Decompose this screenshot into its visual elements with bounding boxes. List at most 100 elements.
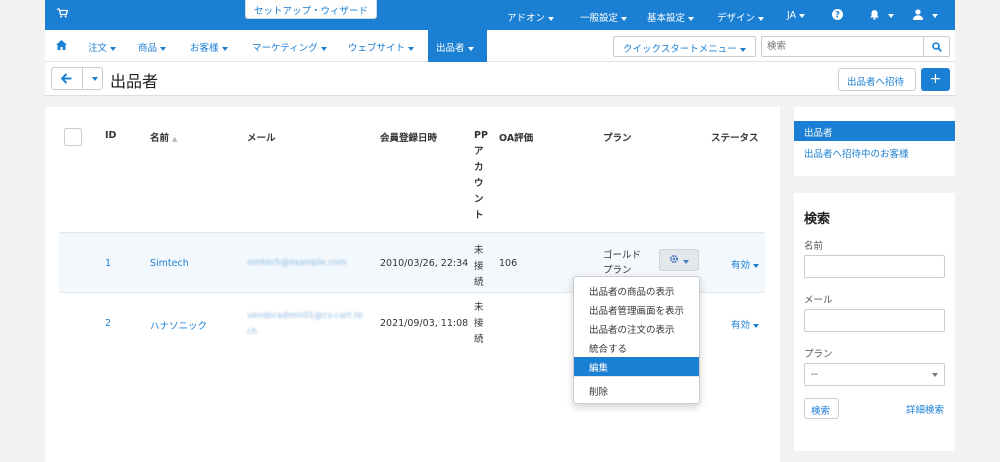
chevron-down-icon[interactable] xyxy=(932,14,938,18)
pp-char: 未 xyxy=(474,245,484,256)
plan-label: プラン xyxy=(804,349,833,360)
search-submit-button[interactable]: 検索 xyxy=(804,398,839,419)
sidebar-nav: 出品者 出品者へ招待中のお客様 xyxy=(794,107,955,176)
menu-item-merge[interactable]: 統合する xyxy=(574,338,699,357)
pp-char: ン xyxy=(474,194,484,205)
divider xyxy=(82,68,83,89)
chevron-down-icon[interactable] xyxy=(92,77,98,81)
col-header-id[interactable]: ID xyxy=(105,130,116,141)
plan-select[interactable]: -- xyxy=(804,363,945,386)
nav-customers[interactable]: お客様 xyxy=(190,40,228,54)
pp-char: 続 xyxy=(474,334,484,345)
registered-date: 2010/03/26, 22:34 xyxy=(380,258,469,269)
search-panel: 検索 名前 メール プラン -- 検索 詳細検索 xyxy=(794,193,955,451)
col-header-name[interactable]: 名前 ▲ xyxy=(150,130,177,144)
email-line: vendoradmin01@cs-cart.te xyxy=(247,311,363,321)
plan-name: ゴールド プラン xyxy=(603,248,641,278)
col-header-status: ステータス xyxy=(711,133,759,144)
invite-vendor-button[interactable]: 出品者へ招待 xyxy=(838,68,916,91)
col-header-registered[interactable]: 会員登録日時 xyxy=(380,130,437,144)
plus-icon: + xyxy=(929,71,942,87)
search-icon xyxy=(932,42,942,55)
quickstart-menu-button[interactable]: クイックスタートメニュー xyxy=(613,36,756,57)
quickstart-label: クイックスタートメニュー xyxy=(623,44,737,55)
menu-general-settings-label: 一般設定 xyxy=(580,13,619,24)
chevron-down-icon xyxy=(221,46,228,51)
name-field[interactable] xyxy=(804,255,945,278)
bell-icon[interactable] xyxy=(869,9,880,23)
vendor-email[interactable]: vendoradmin01@cs-cart.te ch xyxy=(247,308,363,340)
email-field[interactable] xyxy=(804,309,945,332)
search-panel-title: 検索 xyxy=(804,212,831,227)
nav-products-label: 商品 xyxy=(138,43,158,54)
menu-divider xyxy=(574,376,699,377)
col-header-email[interactable]: メール xyxy=(247,130,276,144)
row-actions-button[interactable] xyxy=(659,249,699,271)
nav-customers-label: お客様 xyxy=(190,43,219,54)
nav-website[interactable]: ウェブサイト xyxy=(348,40,415,54)
menu-item-view-products[interactable]: 出品者の商品の表示 xyxy=(574,281,699,300)
status-dropdown[interactable]: 有効 xyxy=(731,317,760,331)
chevron-down-icon xyxy=(408,46,415,51)
row-id[interactable]: 2 xyxy=(105,318,111,329)
plan-line: ゴールド xyxy=(603,250,642,261)
chevron-down-icon xyxy=(320,46,327,51)
menu-item-open-vendor-panel[interactable]: 出品者管理画面を表示 xyxy=(574,300,699,319)
menu-language[interactable]: JA xyxy=(787,10,806,21)
menu-language-label: JA xyxy=(787,10,797,21)
menu-design[interactable]: デザイン xyxy=(717,10,765,24)
add-vendor-button[interactable]: + xyxy=(921,68,950,91)
chevron-down-icon xyxy=(739,47,746,52)
vendor-name-link[interactable]: ハナソニック xyxy=(150,318,207,332)
search-button[interactable] xyxy=(923,36,950,57)
vendor-name-link[interactable]: Simtech xyxy=(150,258,189,269)
email-line: ch xyxy=(247,327,258,337)
select-all-checkbox[interactable] xyxy=(64,128,82,146)
sidebar-item-vendors[interactable]: 出品者 xyxy=(794,121,955,141)
menu-design-label: デザイン xyxy=(717,13,756,24)
menu-item-view-orders[interactable]: 出品者の注文の表示 xyxy=(574,319,699,338)
advanced-search-link[interactable]: 詳細検索 xyxy=(906,402,944,416)
search-input[interactable] xyxy=(761,36,924,57)
nav-orders[interactable]: 注文 xyxy=(88,40,117,54)
nav-vendors[interactable]: 出品者 xyxy=(428,30,487,62)
chevron-down-icon xyxy=(621,16,628,21)
chevron-down-icon xyxy=(799,13,806,18)
pp-char: 接 xyxy=(474,261,484,272)
pp-char: ウ xyxy=(474,178,484,189)
status-label: 有効 xyxy=(731,260,751,271)
col-header-oa-rating: OA評価 xyxy=(499,133,534,144)
gear-icon xyxy=(669,254,682,267)
vendor-email[interactable]: simtech@example.com xyxy=(247,258,347,268)
chevron-down-icon xyxy=(753,323,760,328)
menu-general-settings[interactable]: 一般設定 xyxy=(580,10,628,24)
back-button-group xyxy=(51,67,103,90)
row-id[interactable]: 1 xyxy=(105,258,111,269)
user-icon[interactable] xyxy=(913,9,923,23)
name-label: 名前 xyxy=(804,241,824,252)
chevron-down-icon[interactable] xyxy=(888,14,894,18)
menu-basic-settings[interactable]: 基本設定 xyxy=(647,10,695,24)
col-header-pp-account: PP ア カ ウ ン ト xyxy=(474,128,488,224)
setup-wizard-button[interactable]: セットアップ・ウィザード xyxy=(245,0,378,19)
nav-products[interactable]: 商品 xyxy=(138,40,167,54)
pp-char: ト xyxy=(474,210,484,221)
help-icon[interactable]: ? xyxy=(832,9,843,23)
menu-addons-label: アドオン xyxy=(507,13,546,24)
top-bar: セットアップ・ウィザード アドオン 一般設定 基本設定 デザイン JA ? xyxy=(45,0,955,30)
chevron-down-icon xyxy=(688,16,695,21)
home-icon[interactable] xyxy=(56,40,67,53)
arrow-left-icon[interactable] xyxy=(60,73,72,87)
chevron-down-icon xyxy=(160,46,167,51)
menu-addons[interactable]: アドオン xyxy=(507,10,555,24)
sidebar-item-invited-customers[interactable]: 出品者へ招待中のお客様 xyxy=(804,146,909,160)
title-bar: 出品者 出品者へ招待 + xyxy=(45,62,955,96)
cart-icon[interactable] xyxy=(57,8,69,21)
menu-item-edit[interactable]: 編集 xyxy=(574,357,699,376)
row-actions-menu: 出品者の商品の表示 出品者管理画面を表示 出品者の注文の表示 統合する 編集 削… xyxy=(573,276,700,404)
menu-item-delete[interactable]: 削除 xyxy=(574,381,699,400)
page-title: 出品者 xyxy=(110,72,159,91)
pp-char: カ xyxy=(474,162,484,173)
status-dropdown[interactable]: 有効 xyxy=(731,257,760,271)
nav-marketing[interactable]: マーケティング xyxy=(252,40,327,54)
